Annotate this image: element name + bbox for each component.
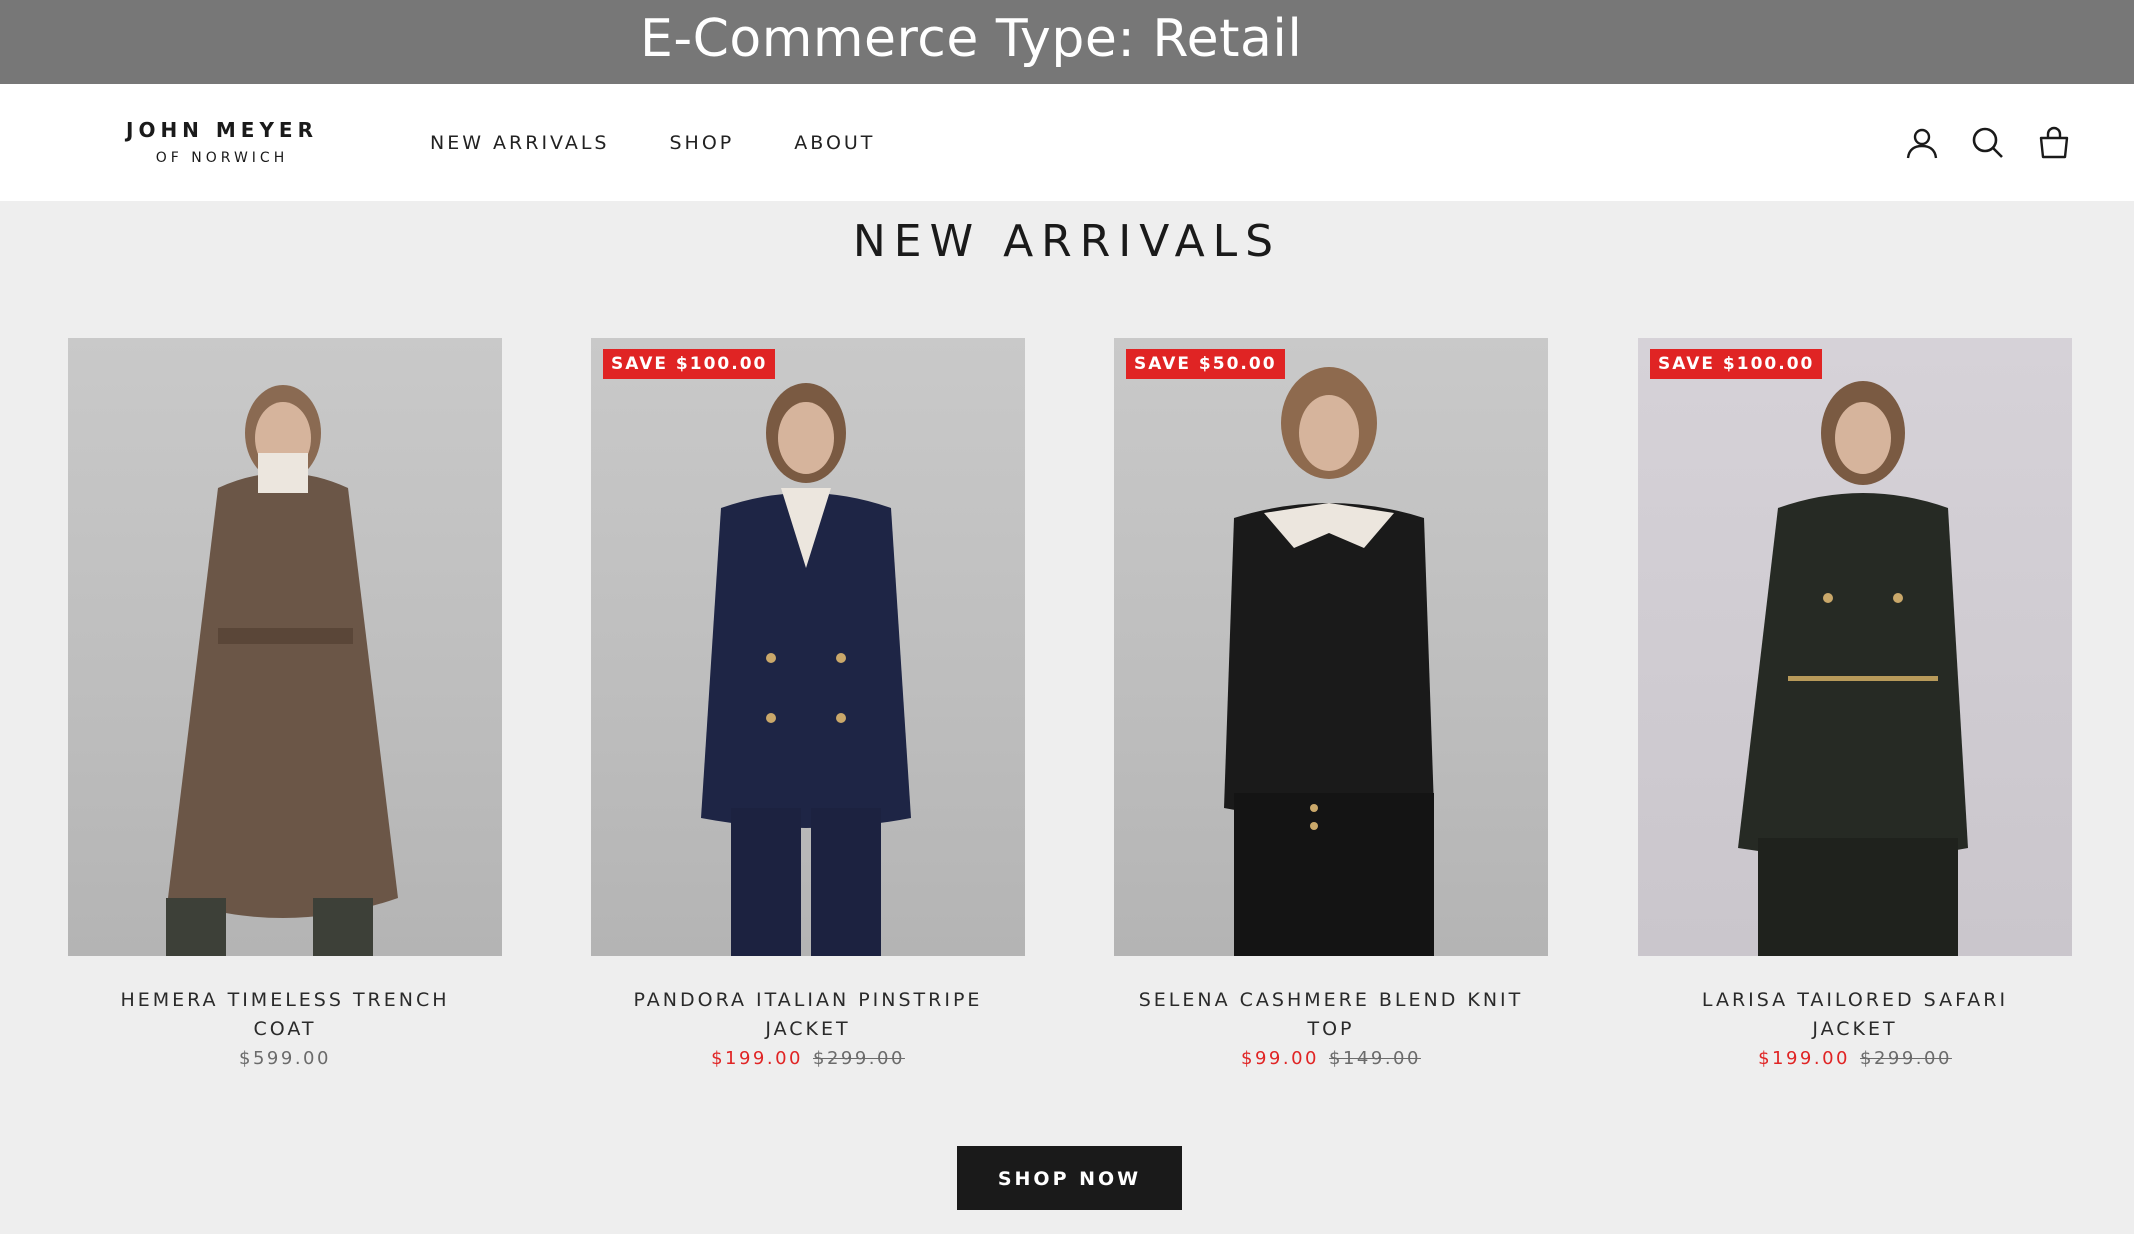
sale-price: $199.00 — [711, 1048, 803, 1069]
cart-icon[interactable] — [2036, 125, 2072, 161]
nav-shop[interactable]: SHOP — [669, 132, 734, 154]
product-card[interactable]: SAVE $50.00 SELENA CASHMERE BLEND KNIT T… — [1114, 338, 1548, 1069]
banner-title: E-Commerce Type: Retail — [640, 9, 1303, 69]
top-banner: E-Commerce Type: Retail — [0, 0, 2134, 84]
model-photo-illustration — [1224, 367, 1434, 956]
model-photo-illustration — [701, 383, 911, 956]
logo-wordmark: JOHN MEYER — [112, 112, 332, 148]
model-photo-illustration — [1738, 381, 1968, 956]
product-card[interactable]: HEMERA TIMELESS TRENCH COAT $599.00 — [68, 338, 502, 1069]
product-price: $99.00 $149.00 — [1114, 1048, 1548, 1069]
product-image[interactable]: SAVE $50.00 — [1114, 338, 1548, 956]
section-title: NEW ARRIVALS — [852, 216, 1282, 267]
logo-subtitle: OF NORWICH — [155, 150, 289, 166]
site-header: JOHN MEYER OF NORWICH NEW ARRIVALS SHOP … — [0, 84, 2134, 201]
search-icon[interactable] — [1970, 125, 2006, 161]
product-price: $199.00 $299.00 — [1638, 1048, 2072, 1069]
original-price: $149.00 — [1329, 1048, 1421, 1069]
main-nav: NEW ARRIVALS SHOP ABOUT — [430, 84, 875, 201]
model-photo-illustration — [166, 385, 398, 956]
product-name[interactable]: LARISA TAILORED SAFARI JACKET — [1638, 986, 2072, 1044]
logo-name: JOHN MEYER — [126, 118, 318, 142]
product-name[interactable]: PANDORA ITALIAN PINSTRIPE JACKET — [591, 986, 1025, 1044]
discount-badge: SAVE $100.00 — [603, 349, 776, 379]
nav-new-arrivals[interactable]: NEW ARRIVALS — [430, 132, 609, 154]
main-content: NEW ARRIVALS HEMERA TIMELESS TRENCH COAT… — [0, 201, 2134, 1234]
product-price: $599.00 — [68, 1048, 502, 1069]
product-name[interactable]: SELENA CASHMERE BLEND KNIT TOP — [1114, 986, 1548, 1044]
original-price: $299.00 — [1860, 1048, 1952, 1069]
product-name[interactable]: HEMERA TIMELESS TRENCH COAT — [68, 986, 502, 1044]
product-image[interactable] — [68, 338, 502, 956]
account-icon[interactable] — [1904, 125, 1940, 161]
regular-price: $599.00 — [239, 1048, 331, 1069]
discount-badge: SAVE $50.00 — [1126, 349, 1285, 379]
original-price: $299.00 — [813, 1048, 905, 1069]
product-card[interactable]: SAVE $100.00 PANDORA ITALIAN PINSTRIPE J… — [591, 338, 1025, 1069]
brand-logo[interactable]: JOHN MEYER OF NORWICH — [112, 112, 332, 174]
product-card[interactable]: SAVE $100.00 LARISA TAILORED SAFARI JACK… — [1638, 338, 2072, 1069]
nav-about[interactable]: ABOUT — [794, 132, 875, 154]
shop-now-button[interactable]: SHOP NOW — [957, 1146, 1182, 1210]
sale-price: $99.00 — [1241, 1048, 1320, 1069]
product-image[interactable]: SAVE $100.00 — [591, 338, 1025, 956]
sale-price: $199.00 — [1758, 1048, 1850, 1069]
discount-badge: SAVE $100.00 — [1650, 349, 1823, 379]
product-price: $199.00 $299.00 — [591, 1048, 1025, 1069]
header-actions — [1904, 84, 2072, 201]
product-image[interactable]: SAVE $100.00 — [1638, 338, 2072, 956]
